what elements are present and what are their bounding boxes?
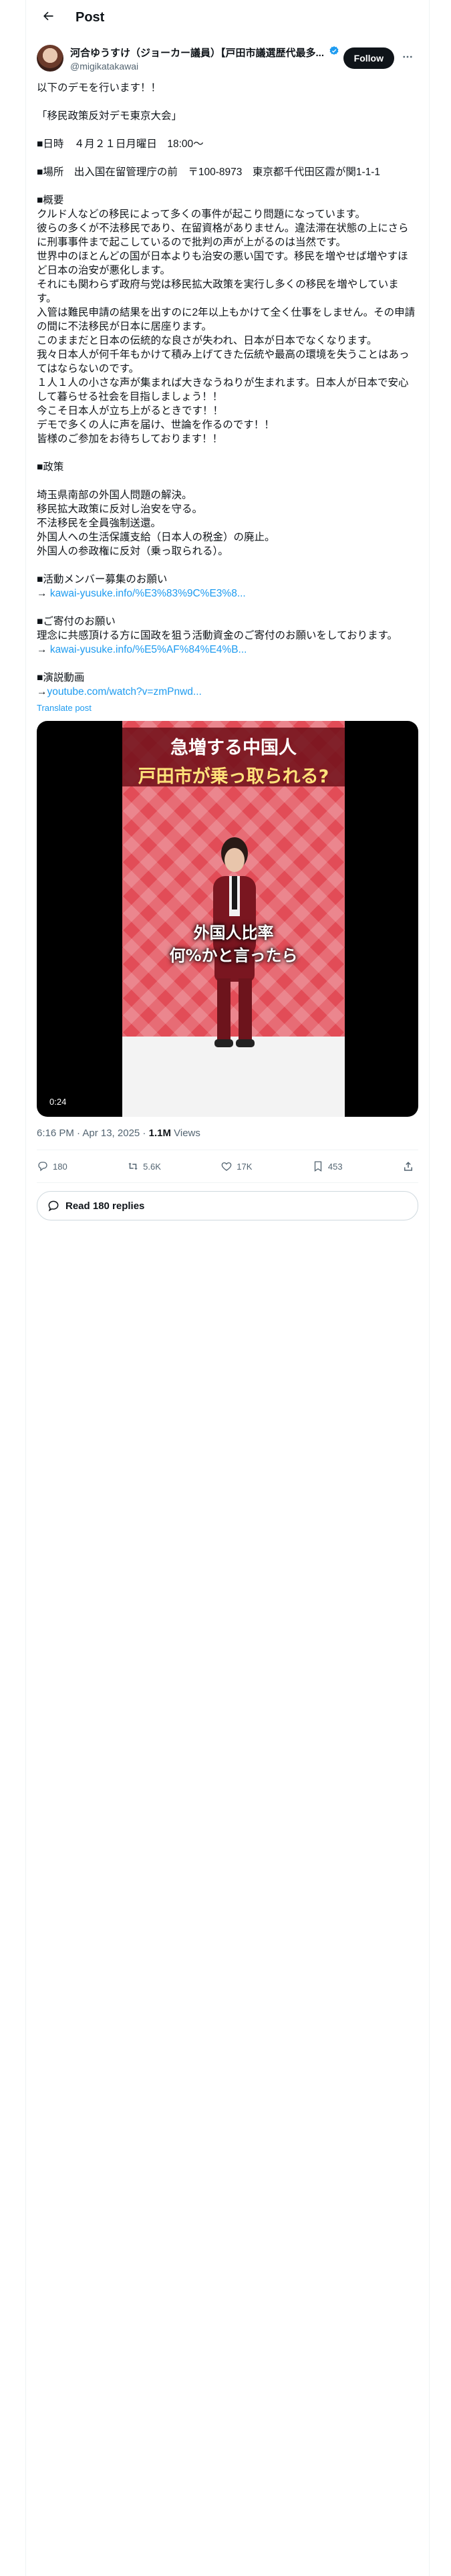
back-arrow-icon [41,9,55,26]
repost-icon [128,1162,138,1170]
recruit-link[interactable]: kawai-yusuke.info/%E3%83%9C%E3%8... [50,588,246,599]
follow-button[interactable]: Follow [343,47,394,69]
tweet-line: 移民拡大政策に反対し治安を守る。 [37,504,203,515]
reply-button[interactable]: 180 [37,1160,67,1172]
tweet-line: それにも関わらず政府与党は移民拡大政策を実行し多くの移民を増やしています。 [37,279,399,304]
top-bar: Post [26,0,429,35]
post-time[interactable]: 6:16 PM · Apr 13, 2025 [37,1128,140,1139]
page-title: Post [76,10,105,25]
video-headline-line2: 戸田市が乗っ取られる? [138,766,329,787]
tweet-line: ■ご寄付のお願い [37,616,116,627]
tweet-line: ■政策 [37,461,64,473]
action-bar: 180 5.6K 17K 453 [37,1150,418,1183]
tweet-line: 入管は難民申請の結果を出すのに2年以上もかけて全く仕事をしません。その申請の間に… [37,307,416,332]
main-column: Post 河合ゆうすけ（ジョーカー議員）【戸田市議選歴代最多... @migik… [25,0,430,2576]
views-count: 1.1M [148,1128,171,1139]
like-button[interactable]: 17K [220,1160,252,1172]
verified-badge-icon [329,45,339,60]
tweet-line: 理念に共感頂ける方に国政を狙う活動資金のご寄付のお願いをしております。 [37,630,398,641]
tweet-line [37,601,418,615]
tweet-line: クルド人などの移民によって多くの事件が起こり問題になっています。 [37,209,365,220]
tweet-body-part2: ■ご寄付のお願い理念に共感頂ける方に国政を狙う活動資金のご寄付のお願いをしており… [37,601,418,643]
tweet-text: 以下のデモを行います！！ 「移民政策反対デモ東京大会」 ■日時 ４月２１日月曜日 1… [26,73,429,699]
tweet-line: 不法移民を全員強制送還。 [37,518,162,529]
tweet-line: 外国人の参政権に反対（乗っ取られる）。 [37,546,229,557]
video-caption-line1: 外国人比率 [193,924,274,942]
like-icon [221,1162,232,1171]
post-meta: 6:16 PM · Apr 13, 2025 · 1.1M Views [37,1117,418,1150]
video-headline-line1: 急増する中国人 [170,738,297,758]
tweet-line: ■演説動画 [37,672,85,683]
tweet-line: 皆様のご参加をお待ちしております！！ [37,433,223,445]
link-prefix: → [37,644,50,655]
read-replies-button[interactable]: Read 180 replies [37,1191,418,1220]
share-icon [404,1162,412,1171]
reply-count: 180 [53,1161,67,1172]
reply-icon [38,1162,47,1172]
tweet-line: デモで多くの人に声を届け、世論を作るのです！！ [37,419,275,431]
link-row-donation: → kawai-yusuke.info/%E5%AF%84%E4%B... [37,643,418,657]
tweet-line: １人１人の小さな声が集まれば大きなうねりが生まれます。日本人が日本で安心して暮ら… [37,377,409,403]
bookmark-button[interactable]: 453 [312,1160,343,1172]
more-button[interactable] [397,47,418,69]
tweet-line [37,446,418,460]
tweet-line [37,179,418,193]
tweet-line: このままだと日本の伝統的な良さが失われ、日本が日本でなくなります。 [37,335,378,346]
tweet-body-part3: ■演説動画 [37,657,418,685]
translate-post-link[interactable]: Translate post [26,699,429,713]
video-player[interactable]: 急増する中国人 戸田市が乗っ取られる? 外国人比率 何%かと言ったら 0:24 [37,721,418,1117]
tweet-line [37,558,418,572]
author-row: 河合ゆうすけ（ジョーカー議員）【戸田市議選歴代最多... @migikataka… [26,35,429,73]
tweet-line: 彼らの多くが不法移民であり、在留資格がありません。違法滞在状態の上にさらに刑事事… [37,223,409,248]
repost-button[interactable]: 5.6K [127,1160,161,1172]
tweet-line: 埼玉県南部の外国人問題の解決。 [37,490,192,501]
video-headline: 急増する中国人 戸田市が乗っ取られる? [122,733,345,788]
link-row-recruit: → kawai-yusuke.info/%E3%83%9C%E3%8... [37,586,418,601]
tweet-line: 我々日本人が何千年もかけて積み上げてきた伝統や最高の環境を失うことはあってはなら… [37,349,410,374]
back-button[interactable] [37,7,59,29]
repost-count: 5.6K [143,1161,161,1172]
tweet-line: 「移民政策反対デモ東京大会」 [37,110,182,122]
video-duration: 0:24 [46,1096,70,1107]
share-button[interactable] [402,1160,418,1172]
tweet-line: 今こそ日本人が立ち上がるときです！！ [37,405,224,417]
tweet-line: 世界中のほとんどの国が日本よりも治安の悪い国です。移民を増やせば増やすほど日本の… [37,251,408,276]
handle[interactable]: @migikatakawai [70,61,343,72]
author-meta: 河合ゆうすけ（ジョーカー議員）【戸田市議選歴代最多... @migikataka… [70,45,343,72]
youtube-link[interactable]: youtube.com/watch?v=zmPnwd... [47,686,202,697]
tweet-line: 外国人への生活保護支給（日本人の税金）の廃止。 [37,532,275,543]
like-count: 17K [237,1161,253,1172]
tweet-line [37,474,418,488]
bookmark-icon [314,1161,322,1172]
display-name[interactable]: 河合ゆうすけ（ジョーカー議員）【戸田市議選歴代最多... [70,45,324,60]
tweet-line [37,151,418,165]
tweet-body-part1: 以下のデモを行います！！ 「移民政策反対デモ東京大会」 ■日時 ４月２１日月曜日 1… [37,81,418,586]
link-prefix: → [37,686,47,697]
tweet-line [37,95,418,109]
donation-link[interactable]: kawai-yusuke.info/%E5%AF%84%E4%B... [50,644,247,655]
avatar[interactable] [37,45,63,72]
link-prefix: → [37,588,50,599]
tweet-line: ■場所 出入国在留管理庁の前 〒100-8973 東京都千代田区霞が関1-1-1 [37,167,381,178]
tweet-line [37,657,418,671]
tweet-line [37,123,418,137]
video-frame: 急増する中国人 戸田市が乗っ取られる? 外国人比率 何%かと言ったら [122,721,345,1117]
more-icon [402,51,414,66]
read-replies-label: Read 180 replies [65,1200,145,1212]
bookmark-count: 453 [327,1161,343,1172]
video-caption: 外国人比率 何%かと言ったら [149,922,318,967]
tweet-line: 以下のデモを行います！！ [37,82,162,94]
meta-separator: · [140,1128,149,1139]
video-caption-line2: 何%かと言ったら [169,946,298,965]
link-row-video: →youtube.com/watch?v=zmPnwd... [37,685,418,699]
tweet-line: ■日時 ４月２１日月曜日 18:00〜 [37,138,204,150]
tweet-line: ■概要 [37,195,64,206]
tweet-line: ■活動メンバー募集のお願い [37,574,168,585]
views-label: Views [170,1128,200,1139]
speech-bubble-icon [48,1200,59,1212]
